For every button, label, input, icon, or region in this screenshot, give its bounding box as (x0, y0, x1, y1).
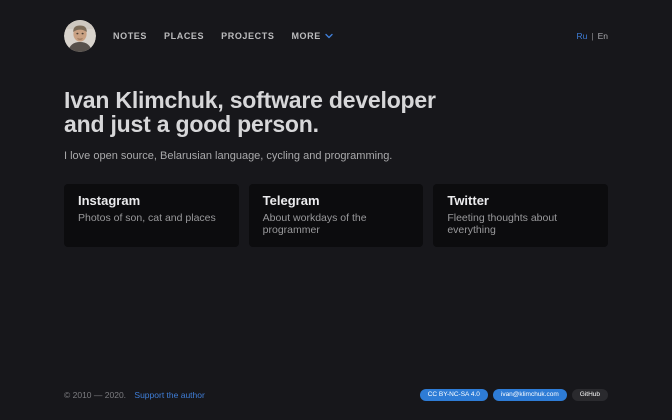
lang-link-ru[interactable]: Ru (577, 31, 588, 41)
page: Notes Places Projects More Ru | En (0, 0, 672, 420)
support-author-link[interactable]: Support the author (134, 390, 204, 400)
hero-section: Ivan Klimchuk, software developer and ju… (64, 89, 608, 162)
page-title: Ivan Klimchuk, software developer and ju… (64, 89, 608, 136)
page-title-line2: and just a good person. (64, 111, 319, 137)
nav-item-label: Projects (221, 31, 274, 41)
social-cards: Instagram Photos of son, cat and places … (64, 184, 608, 247)
chevron-down-icon (325, 33, 333, 39)
card-description: Fleeting thoughts about everything (447, 212, 594, 236)
badge-email[interactable]: ivan@klimchuk.com (493, 389, 567, 402)
badge-github[interactable]: GitHub (572, 389, 608, 402)
nav-item-notes[interactable]: Notes (113, 31, 147, 41)
page-title-line1: Ivan Klimchuk, software developer (64, 87, 436, 113)
nav-item-projects[interactable]: Projects (221, 31, 274, 41)
badge-license[interactable]: CC BY-NC-SA 4.0 (420, 389, 488, 402)
copyright-text: © 2010 — 2020. (64, 390, 126, 400)
footer-badges: CC BY-NC-SA 4.0 ivan@klimchuk.com GitHub (420, 389, 608, 402)
header: Notes Places Projects More Ru | En (64, 20, 608, 52)
card-title: Twitter (447, 193, 594, 208)
avatar-photo (64, 20, 96, 52)
card-title: Telegram (263, 193, 410, 208)
card-description: Photos of son, cat and places (78, 212, 225, 224)
nav-item-more[interactable]: More (291, 31, 332, 41)
nav-item-label: Places (164, 31, 204, 41)
lang-separator: | (591, 31, 593, 41)
lang-current-en: En (598, 31, 608, 41)
footer: © 2010 — 2020. Support the author CC BY-… (64, 389, 608, 420)
page-subtitle: I love open source, Belarusian language,… (64, 150, 608, 162)
card-twitter[interactable]: Twitter Fleeting thoughts about everythi… (433, 184, 608, 247)
card-telegram[interactable]: Telegram About workdays of the programme… (249, 184, 424, 247)
avatar[interactable] (64, 20, 96, 52)
nav-item-label: More (291, 31, 320, 41)
footer-left: © 2010 — 2020. Support the author (64, 390, 205, 400)
main-nav: Notes Places Projects More (113, 31, 350, 41)
card-description: About workdays of the programmer (263, 212, 410, 236)
nav-item-label: Notes (113, 31, 147, 41)
nav-item-places[interactable]: Places (164, 31, 204, 41)
card-title: Instagram (78, 193, 225, 208)
card-instagram[interactable]: Instagram Photos of son, cat and places (64, 184, 239, 247)
language-switcher: Ru | En (577, 31, 609, 41)
